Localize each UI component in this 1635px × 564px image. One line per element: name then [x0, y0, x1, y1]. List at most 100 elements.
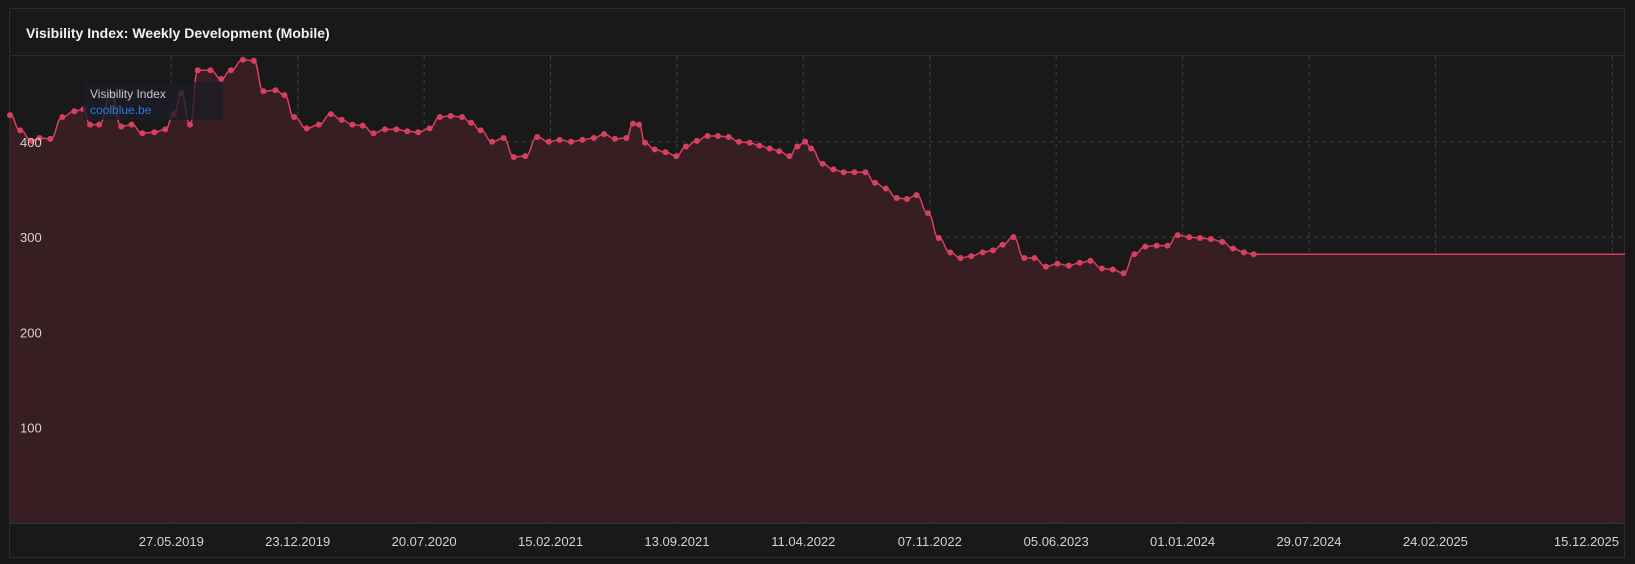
data-point [947, 249, 954, 256]
data-point [714, 133, 721, 140]
data-point [315, 121, 322, 128]
x-tick-label: 29.07.2024 [1276, 534, 1341, 549]
data-point [393, 126, 400, 133]
x-tick-label: 11.04.2022 [771, 534, 835, 549]
x-tick-label: 24.02.2025 [1403, 534, 1468, 549]
x-tick-label: 05.06.2023 [1024, 534, 1089, 549]
data-point [776, 148, 783, 155]
data-point [794, 143, 801, 150]
data-point [477, 127, 484, 134]
data-point [239, 56, 246, 63]
data-point [999, 241, 1006, 248]
data-point [260, 88, 267, 95]
data-point [989, 247, 996, 254]
data-point [47, 135, 54, 142]
x-tick-label: 01.01.2024 [1150, 534, 1215, 549]
data-point [1054, 260, 1061, 267]
data-point [1098, 265, 1105, 272]
data-point [1076, 259, 1083, 266]
data-point [194, 67, 201, 74]
data-point [303, 125, 310, 132]
data-point [1142, 243, 1149, 250]
data-point [151, 129, 158, 136]
data-point [968, 253, 975, 260]
data-point [642, 139, 649, 146]
x-tick-label: 13.09.2021 [644, 534, 709, 549]
data-point [1065, 262, 1072, 269]
data-point [436, 113, 443, 120]
series-legend: Visibility Index coolblue.be [83, 82, 223, 120]
data-point [522, 153, 529, 160]
data-point [447, 113, 454, 120]
data-point [404, 128, 411, 135]
data-point [207, 67, 214, 74]
data-point [924, 210, 931, 217]
x-axis-ticks: 27.05.2019 23.12.2019 20.07.2020 15.02.2021… [139, 534, 1619, 549]
data-point [786, 153, 793, 160]
data-point [272, 87, 279, 94]
data-point [327, 111, 334, 118]
data-point [1087, 257, 1094, 264]
data-point [840, 169, 847, 176]
y-tick-label: 200 [20, 325, 42, 340]
data-point [139, 130, 146, 137]
data-point [579, 136, 586, 143]
x-tick-label: 20.07.2020 [392, 534, 457, 549]
data-point [735, 138, 742, 145]
x-tick-label: 27.05.2019 [139, 534, 204, 549]
data-point [893, 195, 900, 202]
data-point [611, 135, 618, 142]
data-point [935, 235, 942, 242]
data-point [468, 119, 475, 126]
legend-series-name[interactable]: coolblue.be [90, 103, 151, 117]
data-point [17, 127, 24, 134]
data-point [623, 134, 630, 141]
data-point [903, 195, 910, 202]
data-point [871, 179, 878, 186]
data-point [186, 121, 193, 128]
area-fill-layer [10, 59, 1625, 523]
data-point [862, 169, 869, 176]
data-point [704, 133, 711, 140]
data-point [1109, 266, 1116, 273]
data-point [415, 129, 422, 136]
x-tick-label: 23.12.2019 [265, 534, 330, 549]
data-point [1219, 238, 1226, 245]
data-point [500, 134, 507, 141]
data-point [693, 137, 700, 144]
visibility-chart: 100 200 300 400 27.05.2019 23.12.2019 20.07.2… [7, 56, 1625, 549]
data-point [534, 134, 541, 141]
data-point [808, 145, 815, 152]
data-point [338, 116, 345, 123]
data-point [1197, 235, 1204, 242]
data-point [1010, 234, 1017, 241]
data-point [71, 108, 78, 115]
data-point [636, 121, 643, 128]
data-point [601, 131, 608, 138]
data-point [227, 67, 234, 74]
data-point [510, 154, 517, 161]
data-point [59, 113, 66, 120]
data-point [118, 123, 125, 130]
data-point [802, 138, 809, 145]
x-tick-label: 15.02.2021 [518, 534, 583, 549]
data-point [128, 121, 135, 128]
data-point [281, 92, 288, 99]
data-point [630, 120, 637, 127]
data-point [250, 57, 257, 64]
data-point [590, 134, 597, 141]
data-point [349, 121, 356, 128]
data-point [218, 75, 225, 82]
data-point [682, 143, 689, 150]
data-point [819, 160, 826, 167]
data-point [979, 249, 986, 256]
x-tick-label: 07.11.2022 [898, 534, 962, 549]
data-point [1240, 249, 1247, 256]
data-point [1250, 251, 1257, 258]
data-point [882, 185, 889, 192]
data-point [766, 145, 773, 152]
data-point [1230, 245, 1237, 252]
data-point [87, 121, 94, 128]
data-point [291, 113, 298, 120]
data-point [1120, 270, 1127, 277]
